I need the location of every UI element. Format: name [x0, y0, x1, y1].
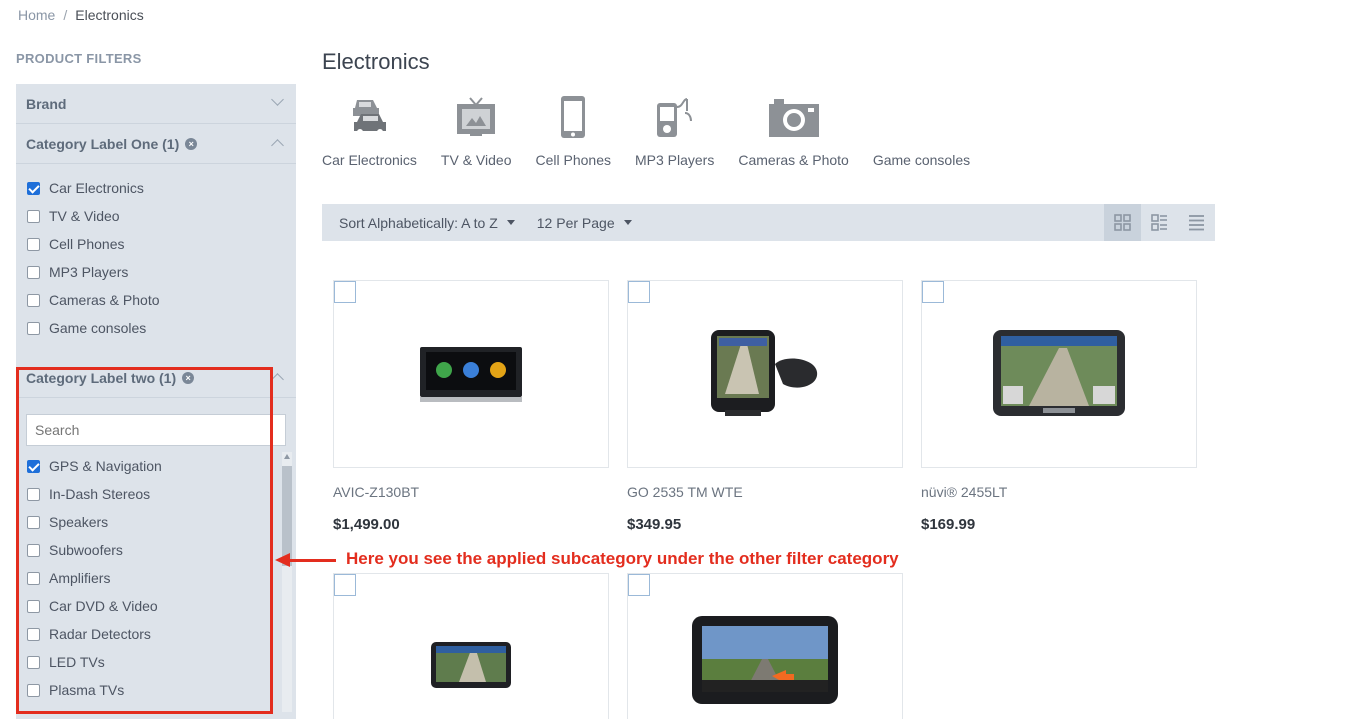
- list-item[interactable]: Game consoles: [26, 314, 286, 342]
- category-label: Car Electronics: [322, 152, 417, 168]
- checkbox[interactable]: [27, 293, 40, 307]
- checkbox-label: TV & Video: [49, 208, 120, 224]
- tv-icon: [446, 92, 506, 142]
- breadcrumb-separator: /: [63, 7, 68, 23]
- sort-label: Sort Alphabetically: A to Z: [339, 214, 498, 231]
- checkbox[interactable]: [27, 265, 40, 279]
- breadcrumb-current: Electronics: [75, 7, 144, 23]
- chevron-up-icon: [271, 373, 284, 386]
- chevron-up-icon: [271, 139, 284, 152]
- product-select-checkbox[interactable]: [628, 281, 650, 303]
- product-image[interactable]: [922, 281, 1196, 467]
- game-console-icon: [891, 92, 951, 142]
- category-one-list: Car Electronics TV & Video Cell Phones M…: [16, 164, 296, 352]
- grid-list-view-icon[interactable]: [1141, 204, 1178, 241]
- sort-dropdown[interactable]: Sort Alphabetically: A to Z: [339, 215, 515, 231]
- product-name[interactable]: AVIC-Z130BT: [333, 484, 419, 500]
- product-card[interactable]: [333, 573, 609, 719]
- filter-brand-header[interactable]: Brand: [16, 84, 296, 124]
- chevron-down-icon: [271, 93, 284, 106]
- product-card[interactable]: [921, 280, 1197, 468]
- product-select-checkbox[interactable]: [628, 574, 650, 596]
- camera-icon: [764, 92, 824, 142]
- checkbox-label: Cell Phones: [49, 236, 125, 252]
- view-switcher: [1104, 204, 1215, 241]
- filter-brand-label: Brand: [26, 95, 67, 112]
- category-car-electronics[interactable]: Car Electronics: [322, 92, 417, 168]
- per-page-label: 12 Per Page: [536, 214, 615, 231]
- checkbox-label: Game consoles: [49, 320, 147, 336]
- checkbox[interactable]: [27, 209, 40, 223]
- list-item[interactable]: Cameras & Photo: [26, 286, 286, 314]
- annotation-highlight-box: [16, 367, 273, 714]
- category-cell-phones[interactable]: Cell Phones: [535, 92, 611, 168]
- category-shortcuts: Car Electronics TV & Video Cell Phones M…: [322, 92, 994, 168]
- caret-down-icon: [623, 220, 632, 225]
- product-card[interactable]: [627, 573, 903, 719]
- phone-icon: [543, 92, 603, 142]
- clear-filter-icon[interactable]: ×: [185, 137, 198, 150]
- breadcrumb-home-link[interactable]: Home: [18, 7, 55, 23]
- list-item[interactable]: TV & Video: [26, 202, 286, 230]
- grid-large-view-icon[interactable]: [1104, 204, 1141, 241]
- product-select-checkbox[interactable]: [334, 281, 356, 303]
- product-image[interactable]: [628, 574, 902, 719]
- category-tv-video[interactable]: TV & Video: [440, 92, 512, 168]
- list-item[interactable]: Car Electronics: [26, 174, 286, 202]
- list-view-icon[interactable]: [1178, 204, 1215, 241]
- product-price: $1,499.00: [333, 516, 400, 533]
- caret-down-icon: [506, 220, 515, 225]
- product-name[interactable]: GO 2535 TM WTE: [627, 484, 743, 500]
- product-image[interactable]: [334, 574, 608, 719]
- category-label: MP3 Players: [634, 152, 715, 168]
- annotation-arrow-head-icon: [275, 553, 290, 567]
- category-cameras-photo[interactable]: Cameras & Photo: [738, 92, 849, 168]
- product-price: $349.95: [627, 516, 682, 533]
- checkbox[interactable]: [27, 181, 40, 195]
- category-game-consoles[interactable]: Game consoles: [873, 92, 970, 168]
- product-image[interactable]: [334, 281, 608, 467]
- category-label: TV & Video: [440, 152, 512, 168]
- per-page-dropdown[interactable]: 12 Per Page: [537, 215, 632, 231]
- product-name[interactable]: nüvi® 2455LT: [921, 484, 1007, 500]
- category-label: Cameras & Photo: [738, 152, 849, 168]
- product-price: $169.99: [921, 516, 976, 533]
- page-title: Electronics: [322, 49, 430, 74]
- checkbox-label: Cameras & Photo: [49, 292, 160, 308]
- checkbox-label: Car Electronics: [49, 180, 144, 196]
- sidebar-title: PRODUCT FILTERS: [16, 51, 142, 66]
- category-label: Game consoles: [872, 152, 971, 168]
- annotation-text: Here you see the applied subcategory und…: [346, 549, 899, 568]
- product-select-checkbox[interactable]: [922, 281, 944, 303]
- product-image[interactable]: [628, 281, 902, 467]
- list-item[interactable]: MP3 Players: [26, 258, 286, 286]
- checkbox[interactable]: [27, 321, 40, 335]
- filter-category-one-label: Category Label One (1): [26, 135, 180, 152]
- scrollbar-thumb[interactable]: [282, 466, 292, 566]
- product-toolbar: Sort Alphabetically: A to Z 12 Per Page: [322, 204, 1215, 241]
- checkbox[interactable]: [27, 237, 40, 251]
- car-icon: [339, 92, 399, 142]
- list-scrollbar[interactable]: [282, 452, 292, 712]
- product-card[interactable]: [333, 280, 609, 468]
- category-mp3-players[interactable]: MP3 Players: [635, 92, 714, 168]
- list-item[interactable]: Cell Phones: [26, 230, 286, 258]
- scroll-up-arrow-icon[interactable]: [284, 454, 290, 459]
- checkbox-label: MP3 Players: [49, 264, 129, 280]
- category-label: Cell Phones: [535, 152, 611, 168]
- filter-category-one-header[interactable]: Category Label One (1) ×: [16, 124, 296, 164]
- mp3-player-icon: [645, 92, 705, 142]
- annotation-arrow: [284, 559, 336, 562]
- product-card[interactable]: [627, 280, 903, 468]
- product-select-checkbox[interactable]: [334, 574, 356, 596]
- breadcrumb: Home / Electronics: [18, 7, 144, 23]
